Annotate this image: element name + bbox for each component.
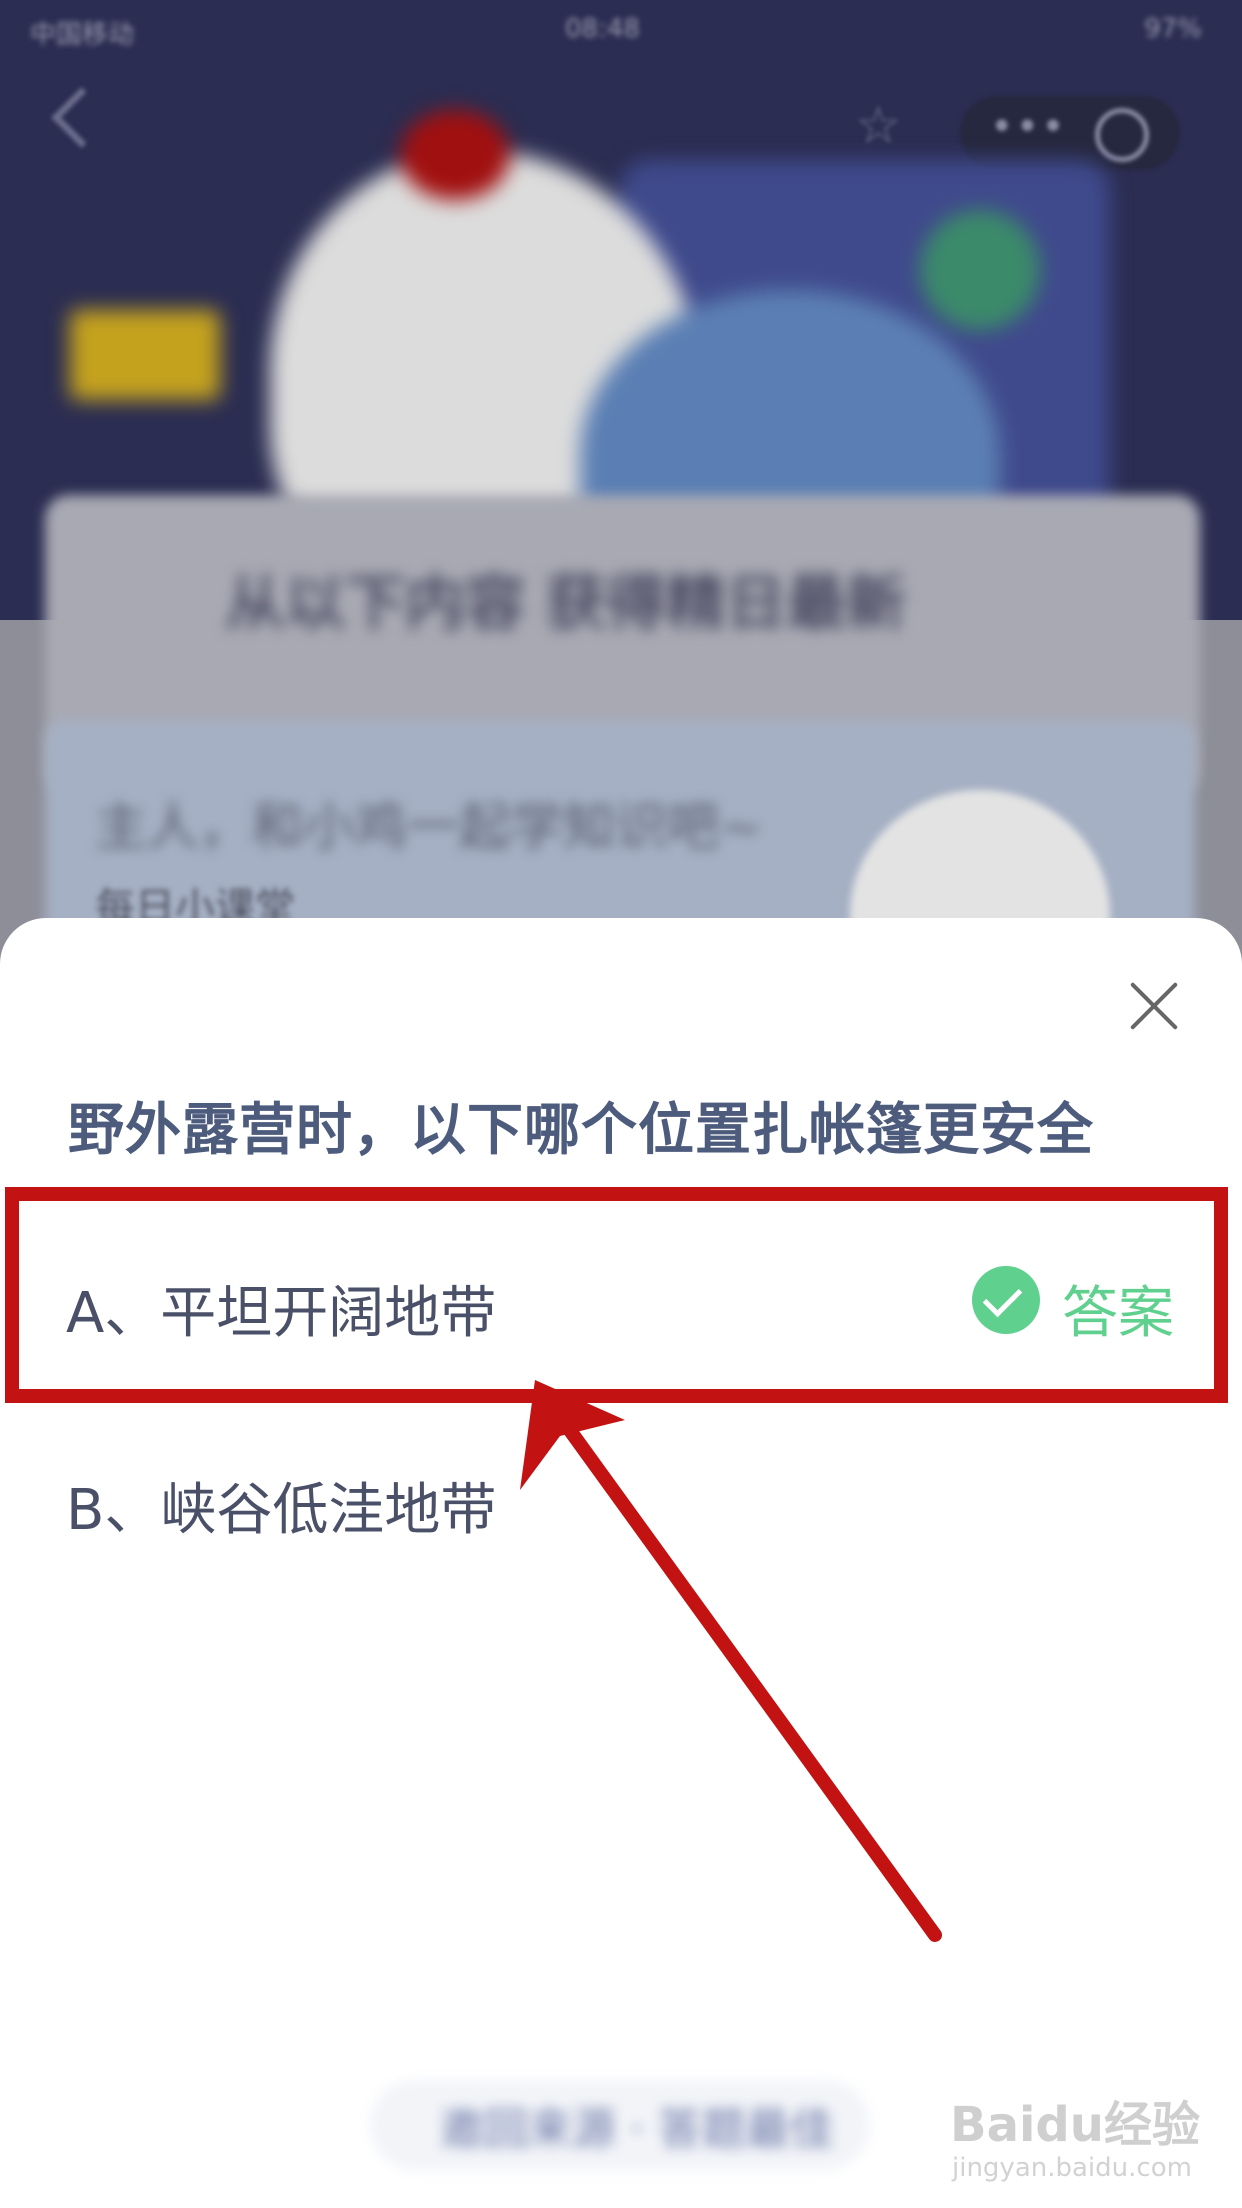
tip-greeting: 主人，和小鸡一起学知识吧~ xyxy=(95,798,763,858)
quiz-question: 野外露营时，以下哪个位置扎帐篷更安全 xyxy=(68,1098,1094,1163)
bottom-action-label: 邀回来源 · 答题最佳 xyxy=(440,2104,834,2155)
status-bar: 中国移动 08:48 97% xyxy=(0,0,1242,62)
annotation-highlight-box xyxy=(5,1187,1228,1403)
baidu-watermark: Baidu经验 jingyan.baidu.com xyxy=(950,2085,1230,2195)
watermark-logo: Baidu经验 xyxy=(950,2097,1200,2153)
banner-title: 从以下内容 获得精日最新 xyxy=(225,569,906,639)
badge-graphic xyxy=(70,310,220,400)
clock: 08:48 xyxy=(565,14,640,44)
carrier-label: 中国移动 xyxy=(30,20,135,50)
watermark-url: jingyan.baidu.com xyxy=(952,2153,1192,2183)
option-b[interactable]: B、峡谷低洼地带 xyxy=(0,1405,1242,1585)
battery-level: 97% xyxy=(1144,14,1202,44)
globe-graphic xyxy=(920,210,1040,330)
chick-comb xyxy=(400,110,510,200)
close-icon[interactable] xyxy=(1126,978,1182,1034)
option-label: B、峡谷低洼地带 xyxy=(66,1478,497,1543)
